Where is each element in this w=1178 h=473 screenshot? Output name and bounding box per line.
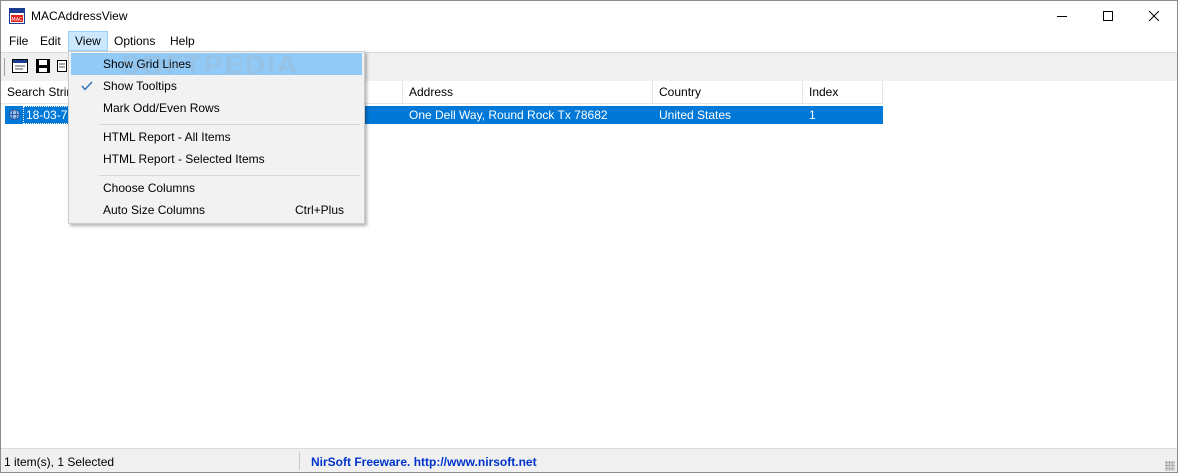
status-separator [299, 452, 300, 470]
menu-item-label: Auto Size Columns [103, 203, 206, 217]
cell-index: 1 [809, 108, 816, 122]
menu-item-html-report-all[interactable]: HTML Report - All Items [71, 126, 362, 148]
menu-item-choose-columns[interactable]: Choose Columns [71, 177, 362, 199]
maximize-button[interactable] [1085, 1, 1131, 31]
minimize-button[interactable] [1039, 1, 1085, 31]
menu-item-label: HTML Report - All Items [103, 130, 231, 144]
resize-grip-icon[interactable] [1165, 461, 1175, 471]
save-button[interactable] [34, 57, 52, 75]
properties-icon [12, 59, 28, 73]
minimize-icon [1057, 16, 1067, 17]
menu-edit[interactable]: Edit [34, 32, 67, 50]
watermark: SOFTPEDIA [121, 49, 300, 80]
nirsoft-link[interactable]: NirSoft Freeware. http://www.nirsoft.net [311, 451, 537, 471]
close-icon [1149, 11, 1159, 21]
menu-help[interactable]: Help [164, 32, 201, 50]
menu-item-mark-odd-even-rows[interactable]: Mark Odd/Even Rows [71, 97, 362, 119]
menu-separator [99, 124, 360, 125]
maximize-icon [1103, 11, 1113, 21]
menu-options[interactable]: Options [108, 32, 161, 50]
properties-button[interactable] [11, 57, 29, 75]
status-bar: 1 item(s), 1 Selected NirSoft Freeware. … [1, 448, 1177, 472]
app-icon: MAC [9, 8, 25, 24]
menu-item-shortcut: Ctrl+Plus [294, 203, 344, 217]
menu-item-label: Choose Columns [103, 181, 196, 195]
column-header-country[interactable]: Country [653, 81, 803, 104]
save-icon [36, 59, 50, 73]
window-title: MACAddressView [31, 9, 128, 23]
svg-text:MAC: MAC [11, 17, 23, 23]
cell-address: One Dell Way, Round Rock Tx 78682 [409, 108, 608, 122]
app-window: MAC MACAddressView File Edit View Option… [0, 0, 1178, 473]
menu-separator [99, 175, 360, 176]
toolbar-grip[interactable] [4, 58, 7, 76]
menu-file[interactable]: File [3, 32, 34, 50]
menu-view[interactable]: View [68, 31, 108, 51]
status-item-count: 1 item(s), 1 Selected [4, 455, 115, 469]
network-icon [9, 109, 20, 120]
column-header-address[interactable]: Address [403, 81, 653, 104]
cell-country: United States [659, 108, 732, 122]
close-button[interactable] [1131, 1, 1177, 31]
checkmark-icon [77, 75, 97, 97]
title-bar[interactable]: MAC MACAddressView [1, 1, 1177, 31]
menu-bar: File Edit View Options Help [1, 31, 1177, 51]
menu-item-label: HTML Report - Selected Items [103, 152, 265, 166]
menu-item-label: Mark Odd/Even Rows [103, 101, 220, 115]
menu-item-auto-size-columns[interactable]: Auto Size Columns Ctrl+Plus [71, 199, 362, 221]
column-header-index[interactable]: Index [803, 81, 883, 104]
menu-item-html-report-selected[interactable]: HTML Report - Selected Items [71, 148, 362, 170]
